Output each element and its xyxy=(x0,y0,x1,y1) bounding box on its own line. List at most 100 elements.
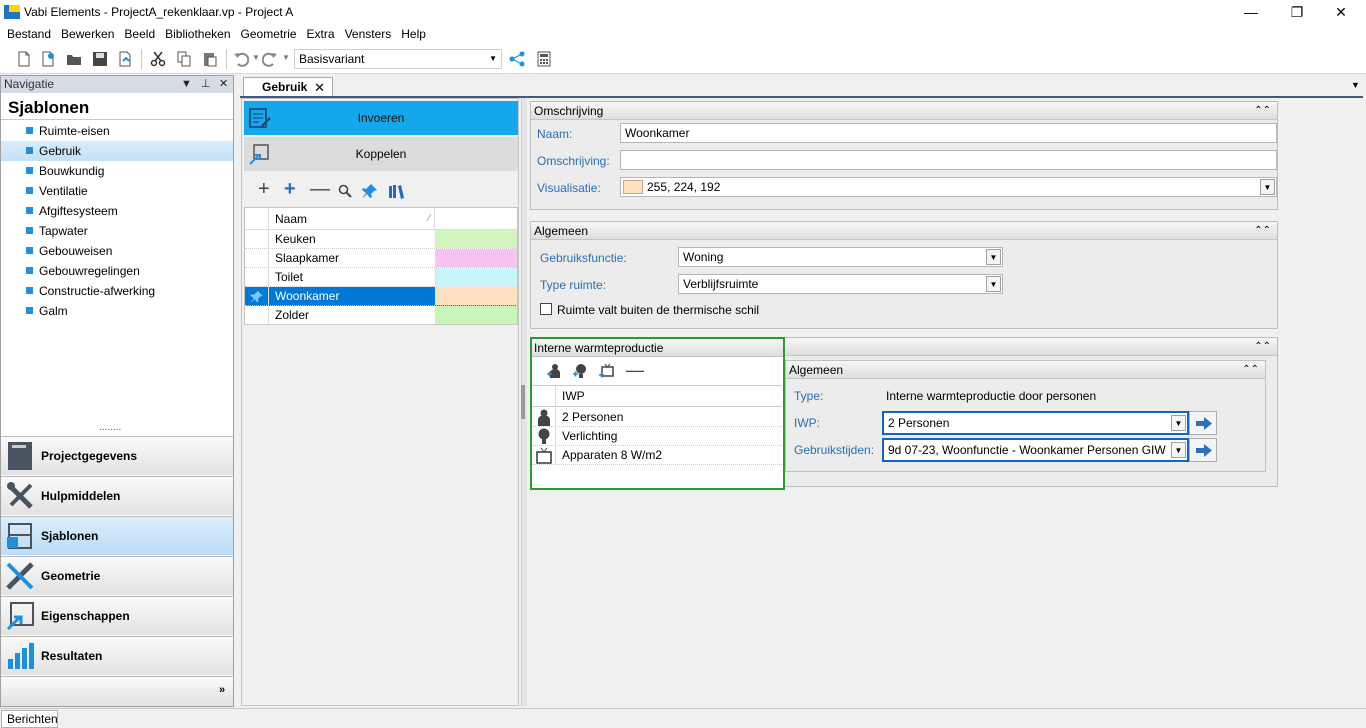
iwp-panel-header[interactable]: Interne warmteproductie xyxy=(532,339,783,357)
cut-icon[interactable] xyxy=(150,51,166,67)
nav-item-ruimte-eisen[interactable]: Ruimte-eisen xyxy=(1,121,233,141)
iwp-row[interactable]: Verlichting xyxy=(532,427,782,446)
export-icon[interactable] xyxy=(117,51,133,67)
table-row[interactable]: Toilet xyxy=(245,268,517,287)
add-icon[interactable]: + xyxy=(258,179,270,199)
invoeren-button[interactable]: Invoeren xyxy=(244,101,518,135)
table-row[interactable]: Slaapkamer xyxy=(245,249,517,268)
iwp-select[interactable]: 2 Personen ▼ xyxy=(882,411,1189,435)
collapse-icon[interactable]: ⌃⌃ xyxy=(1242,361,1259,379)
omschrijving-field[interactable] xyxy=(620,150,1277,170)
close-window-button[interactable]: ✕ xyxy=(1318,0,1364,24)
maximize-button[interactable]: ❐ xyxy=(1274,0,1320,24)
search-icon[interactable] xyxy=(338,184,352,198)
open-folder-icon[interactable] xyxy=(66,51,82,67)
table-row[interactable]: Keuken xyxy=(245,230,517,249)
chevron-down-icon[interactable]: ▼ xyxy=(986,276,1001,292)
share-network-icon[interactable] xyxy=(509,51,525,67)
add-lighting-icon[interactable] xyxy=(572,363,588,379)
new-file-icon[interactable] xyxy=(16,51,32,67)
splitter-grip[interactable]: ........ xyxy=(99,423,121,433)
panel-header[interactable]: Algemeen ⌃⌃ xyxy=(531,222,1277,240)
nav-item-afgiftesysteem[interactable]: Afgiftesysteem xyxy=(1,201,233,221)
collapse-icon[interactable]: ⌃⌃ xyxy=(1254,102,1271,120)
collapse-icon[interactable]: ⌃⌃ xyxy=(1254,338,1271,356)
nav-section-projectgegevens[interactable]: Projectgegevens xyxy=(1,436,233,475)
iwp-row[interactable]: 2 Personen xyxy=(532,408,782,427)
nav-item-bouwkundig[interactable]: Bouwkundig xyxy=(1,161,233,181)
nav-item-gebouweisen[interactable]: Gebouweisen xyxy=(1,241,233,261)
tab-gebruik[interactable]: Gebruik ✕ xyxy=(243,77,333,97)
bullet-icon xyxy=(26,227,33,234)
remove-icon[interactable]: — xyxy=(626,360,644,380)
menu-beeld[interactable]: Beeld xyxy=(119,24,160,44)
panel-header[interactable]: Omschrijving ⌃⌃ xyxy=(531,102,1277,120)
iwp-goto-button[interactable] xyxy=(1189,411,1217,435)
remove-icon[interactable]: — xyxy=(310,179,330,199)
add-person-icon[interactable] xyxy=(546,363,562,379)
chevron-down-icon[interactable]: ▼ xyxy=(1171,415,1186,431)
chevron-down-icon[interactable]: ▼ xyxy=(1260,179,1275,195)
gebruiksfunctie-select[interactable]: Woning ▼ xyxy=(678,247,1003,267)
undo-icon[interactable] xyxy=(233,51,249,67)
close-pane-icon[interactable]: ✕ xyxy=(219,76,228,93)
menu-bestand[interactable]: Bestand xyxy=(2,24,56,44)
add-sub-icon[interactable]: + xyxy=(284,179,296,199)
pane-menu-icon[interactable]: ▼ xyxy=(181,76,192,93)
nav-section-eigenschappen[interactable]: Eigenschappen xyxy=(1,596,233,635)
nav-item-galm[interactable]: Galm xyxy=(1,301,233,321)
new-from-template-icon[interactable] xyxy=(40,51,56,67)
nav-section-geometrie[interactable]: Geometrie xyxy=(1,556,233,595)
column-header-iwp[interactable]: IWP xyxy=(562,389,585,403)
splitter-handle[interactable] xyxy=(521,385,525,419)
close-tab-icon[interactable]: ✕ xyxy=(314,78,325,97)
naam-field[interactable]: Woonkamer xyxy=(620,123,1277,143)
detail-panel-header[interactable]: Algemeen ⌃⌃ xyxy=(786,361,1265,379)
menu-extra[interactable]: Extra xyxy=(302,24,340,44)
thermische-schil-checkbox[interactable] xyxy=(540,303,552,315)
menu-bewerken[interactable]: Bewerken xyxy=(56,24,119,44)
nav-section-resultaten[interactable]: Resultaten xyxy=(1,636,233,675)
panel-splitter[interactable] xyxy=(521,98,527,706)
tab-berichten[interactable]: Berichten xyxy=(1,710,58,728)
koppelen-button[interactable]: Koppelen xyxy=(244,137,518,171)
calculator-icon[interactable] xyxy=(536,51,552,67)
nav-section-hulpmiddelen[interactable]: Hulpmiddelen xyxy=(1,476,233,515)
column-header-naam[interactable]: Naam ⁄ xyxy=(269,208,435,230)
menu-geometrie[interactable]: Geometrie xyxy=(236,24,302,44)
gebruikstijden-select[interactable]: 9d 07-23, Woonfunctie - Woonkamer Person… xyxy=(882,438,1189,462)
copy-icon[interactable] xyxy=(176,51,192,67)
pin-icon[interactable]: ⊥ xyxy=(201,76,211,93)
pin-assign-icon[interactable] xyxy=(362,183,378,199)
library-icon[interactable] xyxy=(388,183,404,199)
nav-section-sjablonen[interactable]: Sjablonen xyxy=(1,516,233,555)
chevron-down-icon[interactable]: ▼ xyxy=(986,249,1001,265)
nav-overflow-bar[interactable]: » xyxy=(1,676,233,706)
nav-item-gebruik[interactable]: Gebruik xyxy=(1,141,233,161)
table-row[interactable]: Zolder xyxy=(245,306,517,325)
minimize-button[interactable]: — xyxy=(1228,0,1274,24)
chevron-double-down-icon[interactable]: » xyxy=(219,685,225,696)
undo-dropdown-icon[interactable]: ▼ xyxy=(252,53,260,62)
redo-dropdown-icon[interactable]: ▼ xyxy=(282,53,290,62)
visualisatie-select[interactable]: 255, 224, 192 ▼ xyxy=(620,177,1277,197)
iwp-row[interactable]: Apparaten 8 W/m2 xyxy=(532,446,782,465)
redo-icon[interactable] xyxy=(262,51,278,67)
type-ruimte-select[interactable]: Verblijfsruimte ▼ xyxy=(678,274,1003,294)
nav-item-tapwater[interactable]: Tapwater xyxy=(1,221,233,241)
gebruikstijden-goto-button[interactable] xyxy=(1189,438,1217,462)
document-list-dropdown-icon[interactable]: ▼ xyxy=(1351,80,1360,90)
chevron-down-icon[interactable]: ▼ xyxy=(1171,442,1186,458)
nav-item-constructie-afwerking[interactable]: Constructie-afwerking xyxy=(1,281,233,301)
nav-item-gebouwregelingen[interactable]: Gebouwregelingen xyxy=(1,261,233,281)
paste-icon[interactable] xyxy=(202,51,218,67)
menu-help[interactable]: Help xyxy=(396,24,431,44)
menu-vensters[interactable]: Vensters xyxy=(340,24,397,44)
variant-select[interactable]: Basisvariant ▼ xyxy=(294,49,502,69)
nav-item-ventilatie[interactable]: Ventilatie xyxy=(1,181,233,201)
table-row-selected[interactable]: Woonkamer xyxy=(245,287,517,306)
collapse-icon[interactable]: ⌃⌃ xyxy=(1254,222,1271,240)
add-appliance-icon[interactable] xyxy=(598,363,614,379)
save-icon[interactable] xyxy=(92,51,108,67)
menu-bibliotheken[interactable]: Bibliotheken xyxy=(160,24,235,44)
